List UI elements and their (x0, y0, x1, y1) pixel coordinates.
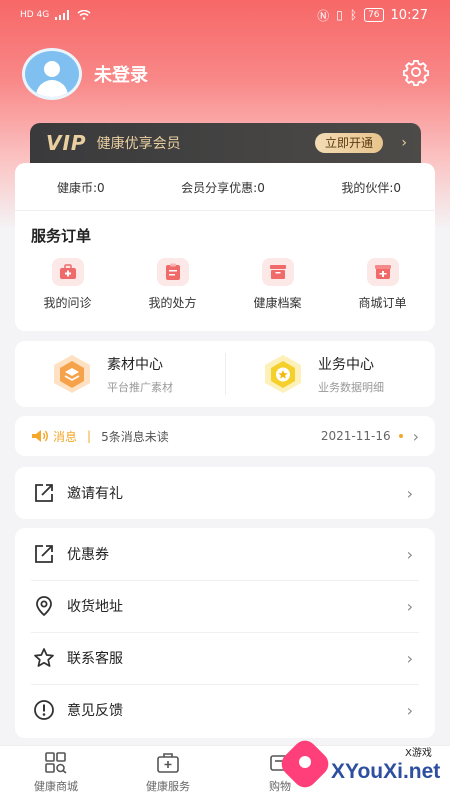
tab-health-mall[interactable]: 健康商城 (0, 746, 112, 800)
menu-invite[interactable]: 邀请有礼 › (15, 467, 435, 519)
menu-customer-service[interactable]: 联系客服 › (15, 632, 435, 684)
vibrate-icon: ▯ (336, 8, 343, 22)
archive-box-icon (261, 258, 294, 286)
medical-kit-icon (51, 258, 84, 286)
tab-label: 健康服务 (146, 780, 190, 793)
watermark-text: XYouXi.net (331, 760, 441, 783)
prescription-icon (156, 258, 189, 286)
chevron-right-icon: › (401, 135, 407, 151)
order-label: 商城订单 (358, 296, 407, 310)
order-label: 我的处方 (148, 296, 197, 310)
message-separator: | (87, 429, 92, 443)
center-title: 素材中心 (107, 356, 163, 373)
order-prescription[interactable]: 我的处方 (128, 258, 218, 311)
chevron-right-icon: › (406, 483, 413, 503)
material-center[interactable]: 素材中心 平台推广素材 (15, 353, 225, 395)
menu-coupons[interactable]: 优惠券 › (15, 528, 435, 580)
health-coins[interactable]: 健康币:0 (57, 179, 105, 196)
layers-icon (54, 355, 90, 393)
vip-banner[interactable]: VIP 健康优享会员 立即开通 › (30, 123, 421, 163)
speaker-icon (32, 430, 48, 442)
bluetooth-icon: ᛒ (349, 8, 358, 22)
service-orders: 我的问诊 我的处方 健康档案 商城订单 (15, 246, 435, 311)
message-label: 消息 (53, 429, 78, 444)
invite-card: 邀请有礼 › (15, 467, 435, 519)
order-health-records[interactable]: 健康档案 (233, 258, 323, 311)
stats-row: 健康币:0 会员分享优惠:0 我的伙伴:0 (15, 163, 435, 196)
vip-activate-button[interactable]: 立即开通 (314, 133, 383, 153)
watermark-logo: X游戏 XYouXi.net (276, 735, 450, 800)
unread-dot (398, 434, 403, 438)
wifi-icon (77, 10, 91, 20)
chevron-right-icon: › (406, 648, 413, 668)
menu-label: 联系客服 (67, 651, 123, 667)
account-card: 健康币:0 会员分享优惠:0 我的伙伴:0 服务订单 我的问诊 我的处方 健康档… (15, 163, 435, 331)
vip-text: 健康优享会员 (96, 136, 181, 152)
status-right: Ⓝ ▯ ᛒ 76 10:27 (317, 7, 428, 24)
battery-icon: 76 (364, 8, 384, 22)
menu-list: 优惠券 › 收货地址 › 联系客服 › 意见反馈 › (15, 528, 435, 738)
menu-label: 意见反馈 (67, 703, 123, 719)
avatar[interactable] (22, 48, 82, 100)
tab-health-service[interactable]: 健康服务 (112, 746, 224, 800)
grid-search-icon (45, 752, 67, 774)
chevron-right-icon: › (406, 700, 413, 720)
center-subtitle: 业务数据明细 (318, 380, 384, 394)
gear-icon[interactable] (402, 58, 430, 86)
signal-indicators: HD 4G (20, 10, 91, 20)
nfc-icon: Ⓝ (317, 8, 330, 23)
centers-card: 素材中心 平台推广素材 业务中心 业务数据明细 (15, 341, 435, 407)
alert-circle-icon (34, 700, 54, 720)
message-bar[interactable]: 消息 | 5条消息未读 2021-11-16 › (15, 416, 435, 456)
star-badge-icon (265, 355, 301, 393)
menu-address[interactable]: 收货地址 › (15, 580, 435, 632)
center-title: 业务中心 (318, 356, 374, 373)
unread-count: 5条消息未读 (101, 429, 169, 444)
username[interactable]: 未登录 (94, 61, 148, 87)
business-center[interactable]: 业务中心 业务数据明细 (225, 353, 435, 395)
service-orders-title: 服务订单 (31, 227, 92, 245)
location-pin-icon (36, 596, 52, 617)
menu-feedback[interactable]: 意见反馈 › (15, 684, 435, 736)
my-partners[interactable]: 我的伙伴:0 (341, 179, 401, 196)
chevron-right-icon: › (406, 596, 413, 616)
profile-header[interactable]: 未登录 (22, 48, 148, 100)
signal-icon (55, 10, 70, 20)
clock: 10:27 (390, 7, 428, 23)
menu-label: 收货地址 (67, 599, 123, 615)
badge-dot (299, 756, 311, 768)
member-share-discount[interactable]: 会员分享优惠:0 (181, 179, 265, 196)
watermark-small: X游戏 (405, 748, 432, 759)
chevron-right-icon: › (412, 426, 419, 446)
menu-label: 邀请有礼 (67, 486, 123, 502)
message-date: 2021-11-16 (320, 429, 391, 443)
order-label: 健康档案 (253, 296, 302, 310)
network-label: HD 4G (20, 10, 50, 20)
tab-label: 健康商城 (34, 780, 78, 793)
share-out-icon (35, 484, 53, 502)
status-bar: HD 4G Ⓝ ▯ ᛒ 76 10:27 (0, 0, 450, 30)
center-subtitle: 平台推广素材 (107, 380, 173, 394)
order-consultation[interactable]: 我的问诊 (23, 258, 113, 311)
coupon-icon (35, 545, 53, 563)
star-icon (34, 648, 54, 667)
order-label: 我的问诊 (43, 296, 92, 310)
chevron-right-icon: › (406, 544, 413, 564)
menu-label: 优惠券 (67, 547, 109, 563)
order-mall[interactable]: 商城订单 (338, 258, 428, 311)
vip-logo: VIP (46, 131, 87, 155)
medical-case-icon (157, 753, 179, 773)
mall-order-icon (366, 258, 399, 286)
